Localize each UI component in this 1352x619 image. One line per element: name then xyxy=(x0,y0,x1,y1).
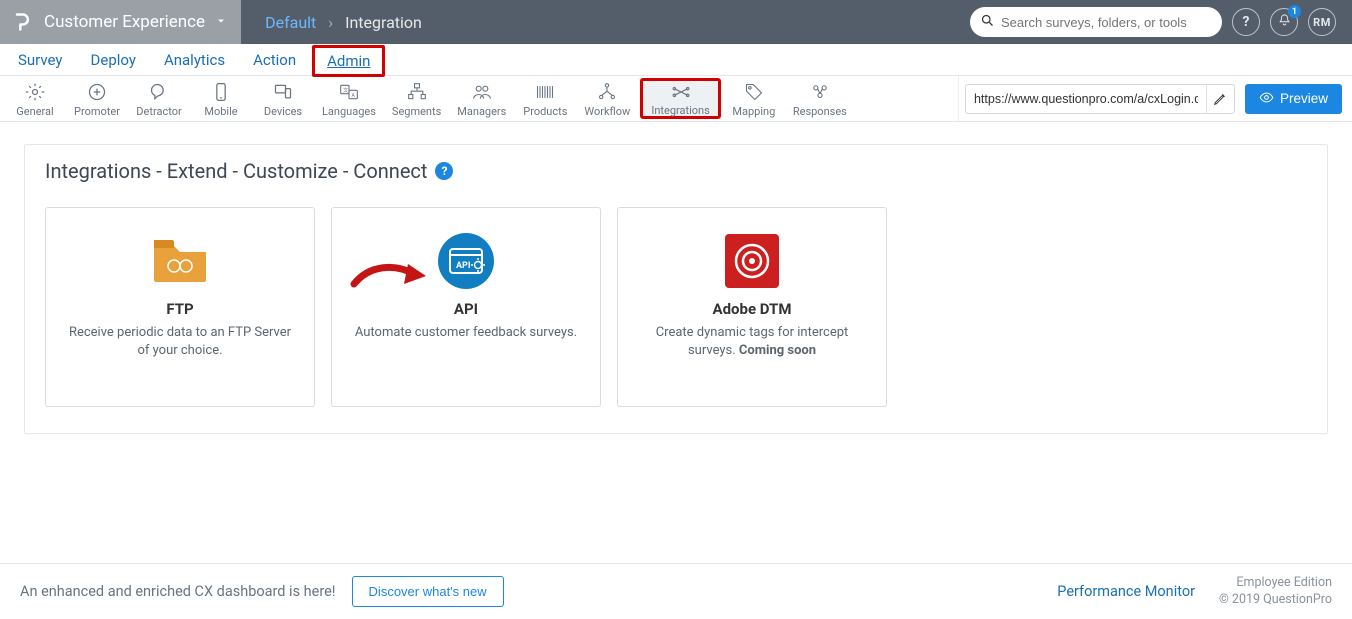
panel-help-icon[interactable]: ? xyxy=(435,162,453,180)
gear-icon xyxy=(24,81,46,103)
subnav-label: Mapping xyxy=(732,105,775,118)
subnav-promoter[interactable]: Promoter xyxy=(66,76,128,121)
subnav-products[interactable]: Products xyxy=(514,76,576,121)
copyright-label: © 2019 QuestionPro xyxy=(1219,592,1332,609)
page-footer: An enhanced and enriched CX dashboard is… xyxy=(0,563,1352,619)
integration-card-api[interactable]: API API Automate customer feedback surve… xyxy=(331,207,601,407)
subnav-mobile[interactable]: Mobile xyxy=(190,76,252,121)
preview-button[interactable]: Preview xyxy=(1245,84,1342,114)
subnav-mapping[interactable]: Mapping xyxy=(723,76,785,121)
svg-text:API: API xyxy=(456,261,470,271)
chat-bubble-icon xyxy=(148,81,170,103)
tag-icon xyxy=(743,81,765,103)
footer-meta: Employee Edition © 2019 QuestionPro xyxy=(1219,575,1332,609)
workflow-icon xyxy=(596,81,618,103)
notifications-button[interactable]: 1 xyxy=(1270,8,1298,36)
tab-deploy[interactable]: Deploy xyxy=(77,45,150,75)
integration-card-ftp[interactable]: FTP Receive periodic data to an FTP Serv… xyxy=(45,207,315,407)
subnav-label: Workflow xyxy=(584,105,630,118)
subnav-integrations[interactable]: Integrations xyxy=(640,78,720,119)
workspace-switcher[interactable]: Customer Experience xyxy=(0,0,241,44)
subnav-label: Responses xyxy=(793,105,847,118)
preview-label: Preview xyxy=(1280,91,1328,106)
edition-label: Employee Edition xyxy=(1219,575,1332,592)
subnav-general[interactable]: General xyxy=(4,76,66,121)
discover-button[interactable]: Discover what's new xyxy=(352,576,504,607)
subnav-label: Devices xyxy=(264,105,302,118)
subnav-label: Segments xyxy=(392,105,441,118)
breadcrumb: Default › Integration xyxy=(241,13,422,32)
subnav-label: Mobile xyxy=(204,105,237,118)
card-description: Receive periodic data to an FTP Server o… xyxy=(64,324,296,360)
subnav-segments[interactable]: Segments xyxy=(384,76,449,121)
svg-text:文: 文 xyxy=(343,87,348,94)
chevron-right-icon: › xyxy=(328,13,333,32)
brand-logo-icon xyxy=(10,10,34,34)
workspace-name: Customer Experience xyxy=(44,12,205,32)
subnav-label: Promoter xyxy=(74,105,120,118)
subnav-label: Detractor xyxy=(136,105,181,118)
performance-monitor-link[interactable]: Performance Monitor xyxy=(1057,583,1195,600)
subnav-label: Integrations xyxy=(651,104,709,117)
integrations-icon xyxy=(670,82,692,102)
tab-action[interactable]: Action xyxy=(239,45,310,75)
subnav-managers[interactable]: Managers xyxy=(449,76,514,121)
subnav-languages[interactable]: 文A Languages xyxy=(314,76,384,121)
primary-nav: Survey Deploy Analytics Action Admin xyxy=(0,44,1352,76)
admin-sub-toolbar: General Promoter Detractor Mobile Device… xyxy=(0,76,1352,122)
top-header: Customer Experience Default › Integratio… xyxy=(0,0,1352,44)
question-mark-icon: ? xyxy=(1243,14,1250,30)
plus-circle-icon xyxy=(86,81,108,103)
card-description: Create dynamic tags for intercept survey… xyxy=(636,324,868,360)
folder-icon xyxy=(151,232,209,290)
subnav-label: Managers xyxy=(457,105,506,118)
search-icon xyxy=(980,13,995,32)
survey-url-input[interactable] xyxy=(966,92,1206,106)
eye-icon xyxy=(1259,90,1274,108)
svg-text:A: A xyxy=(351,93,355,99)
breadcrumb-root[interactable]: Default xyxy=(265,13,316,32)
subnav-workflow[interactable]: Workflow xyxy=(576,76,638,121)
tab-admin[interactable]: Admin xyxy=(312,45,385,77)
adobe-dtm-icon xyxy=(723,232,781,290)
survey-url-box xyxy=(965,84,1235,114)
devices-icon xyxy=(272,81,294,103)
panel-title: Integrations - Extend - Customize - Conn… xyxy=(45,159,427,183)
people-icon xyxy=(471,81,493,103)
card-title: API xyxy=(454,300,478,318)
card-description: Automate customer feedback surveys. xyxy=(355,324,577,342)
card-title: FTP xyxy=(166,300,193,318)
notification-count-badge: 1 xyxy=(1288,5,1301,18)
search-input[interactable] xyxy=(1001,15,1212,30)
api-icon: API xyxy=(437,232,495,290)
global-search[interactable] xyxy=(970,7,1222,37)
subnav-devices[interactable]: Devices xyxy=(252,76,314,121)
annotation-arrow-icon xyxy=(350,260,428,296)
breadcrumb-current: Integration xyxy=(345,13,422,32)
main-content: Integrations - Extend - Customize - Conn… xyxy=(0,122,1352,434)
footer-message: An enhanced and enriched CX dashboard is… xyxy=(20,583,336,600)
tab-analytics[interactable]: Analytics xyxy=(150,45,239,75)
card-title: Adobe DTM xyxy=(713,300,792,318)
panel-title-row: Integrations - Extend - Customize - Conn… xyxy=(45,159,1307,207)
subnav-responses[interactable]: Responses xyxy=(785,76,855,121)
languages-icon: 文A xyxy=(338,81,360,103)
caret-down-icon xyxy=(215,12,227,32)
tab-survey[interactable]: Survey xyxy=(4,45,77,75)
pencil-icon xyxy=(1213,92,1227,106)
barcode-icon xyxy=(534,81,556,103)
subnav-label: General xyxy=(16,105,53,118)
integrations-panel: Integrations - Extend - Customize - Conn… xyxy=(24,144,1328,434)
responses-icon xyxy=(809,81,831,103)
edit-url-button[interactable] xyxy=(1206,85,1234,113)
subnav-label: Languages xyxy=(322,105,376,118)
integration-cards: FTP Receive periodic data to an FTP Serv… xyxy=(45,207,1307,407)
subnav-detractor[interactable]: Detractor xyxy=(128,76,190,121)
subnav-label: Products xyxy=(523,105,567,118)
hierarchy-icon xyxy=(406,81,428,103)
integration-card-adobe-dtm[interactable]: Adobe DTM Create dynamic tags for interc… xyxy=(617,207,887,407)
mobile-icon xyxy=(210,81,232,103)
user-avatar[interactable]: RM xyxy=(1308,8,1336,36)
help-button[interactable]: ? xyxy=(1232,8,1260,36)
